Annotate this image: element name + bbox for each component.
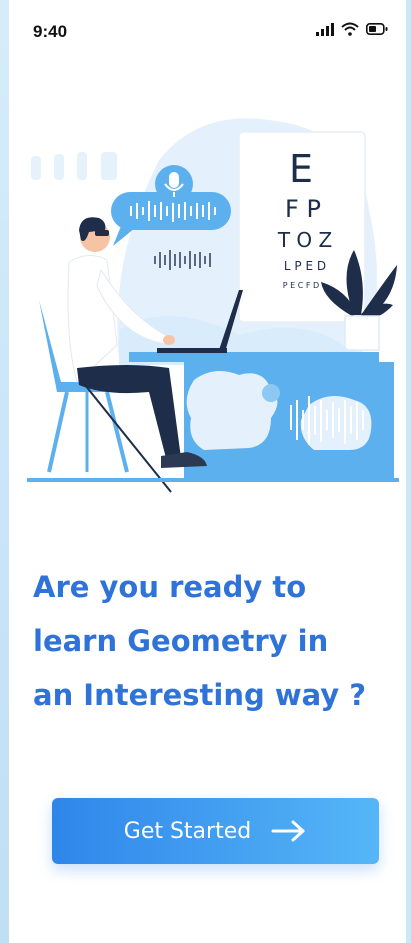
hero-illustration: E F P T O Z L P E D P E C F D: [27, 118, 399, 493]
status-icons: [316, 22, 388, 36]
status-time: 9:40: [33, 22, 68, 41]
eye-chart-row-5: P E C F D: [283, 281, 319, 290]
headline-line-2: learn Geometry in: [33, 624, 329, 658]
signal-icon: [316, 22, 334, 36]
arrow-right-icon: [271, 820, 305, 842]
battery-icon: [366, 23, 388, 35]
headline-line-1: Are you ready to: [33, 570, 307, 604]
device-frame-edge: [0, 0, 9, 943]
headline-line-3: an Interesting way ?: [33, 678, 367, 712]
eye-chart-row-4: L P E D: [284, 259, 326, 273]
eye-chart-row-3: T O Z: [277, 228, 332, 252]
onboarding-screen: 9:40 E F P T O Z L P E D P E C F D Are y…: [9, 0, 406, 943]
status-bar: 9:40: [9, 0, 406, 60]
eye-chart-row-1: E: [289, 147, 313, 191]
get-started-label: Get Started: [123, 818, 252, 844]
eye-chart-row-2: F P: [285, 195, 321, 223]
wifi-icon: [341, 22, 359, 36]
headline: Are you ready to learn Geometry in an In…: [33, 560, 393, 722]
get-started-button[interactable]: Get Started: [52, 798, 379, 864]
